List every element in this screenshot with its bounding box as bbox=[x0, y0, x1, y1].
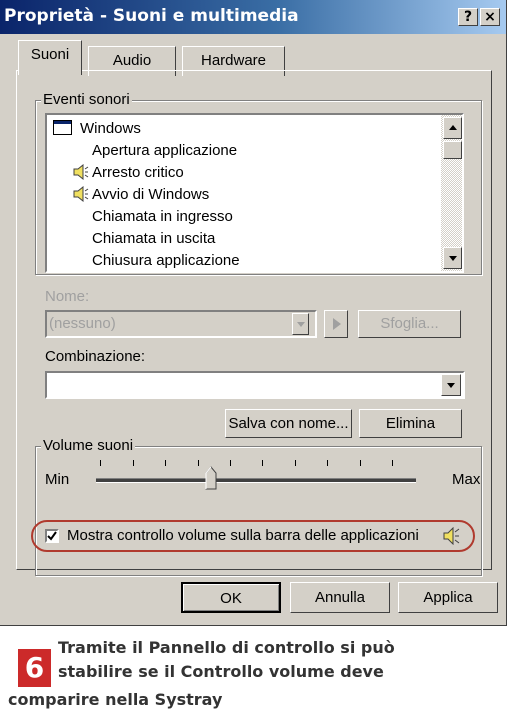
list-item[interactable]: Chiusura applicazione bbox=[92, 252, 240, 269]
check-icon bbox=[47, 531, 57, 541]
save-as-button[interactable]: Salva con nome... bbox=[225, 409, 352, 438]
name-value: (nessuno) bbox=[49, 315, 116, 332]
play-button[interactable] bbox=[324, 310, 348, 338]
list-item[interactable]: Arresto critico bbox=[92, 164, 184, 181]
list-item[interactable]: Apertura applicazione bbox=[92, 142, 237, 159]
properties-dialog: Proprietà - Suoni e multimedia ? × Suoni… bbox=[0, 0, 507, 626]
volume-min-label: Min bbox=[45, 471, 70, 488]
events-list[interactable]: Windows Apertura applicazione Arresto cr… bbox=[45, 113, 464, 273]
close-button[interactable]: × bbox=[480, 8, 500, 26]
list-item[interactable]: Avvio di Windows bbox=[92, 186, 209, 203]
volume-max-label: Max bbox=[452, 471, 481, 488]
window-icon bbox=[53, 120, 72, 135]
volume-group-label: Volume suoni bbox=[41, 437, 136, 454]
volume-checkbox[interactable] bbox=[45, 529, 59, 543]
speaker-icon bbox=[73, 164, 89, 180]
scrollbar-thumb[interactable] bbox=[443, 141, 462, 159]
list-item[interactable]: Chiamata in ingresso bbox=[92, 208, 233, 225]
apply-button[interactable]: Applica bbox=[398, 582, 498, 613]
browse-button[interactable]: Sfoglia... bbox=[358, 310, 461, 338]
caption-line-3: comparire nella Systray bbox=[8, 690, 223, 709]
scroll-down-button[interactable] bbox=[443, 247, 462, 269]
speaker-icon bbox=[443, 527, 460, 545]
cancel-button[interactable]: Annulla bbox=[290, 582, 390, 613]
play-icon bbox=[333, 318, 341, 330]
scroll-up-button[interactable] bbox=[443, 117, 462, 139]
caption-number-badge: 6 bbox=[18, 649, 51, 687]
title-bar[interactable]: Proprietà - Suoni e multimedia ? × bbox=[0, 0, 506, 34]
volume-slider[interactable] bbox=[92, 458, 422, 492]
scheme-combo[interactable] bbox=[45, 371, 465, 399]
delete-button[interactable]: Elimina bbox=[359, 409, 462, 438]
chevron-down-icon[interactable] bbox=[441, 374, 461, 396]
list-item[interactable]: Chiamata in uscita bbox=[92, 230, 215, 247]
chevron-down-icon[interactable] bbox=[292, 313, 309, 335]
slider-thumb[interactable] bbox=[205, 466, 217, 490]
ok-button[interactable]: OK bbox=[181, 582, 281, 613]
name-label: Nome: bbox=[45, 288, 90, 305]
caption-line-1: Tramite il Pannello di controllo si può bbox=[58, 638, 395, 657]
volume-checkbox-label[interactable]: Mostra controllo volume sulla barra dell… bbox=[67, 527, 419, 544]
scheme-label: Combinazione: bbox=[45, 348, 146, 365]
name-combo[interactable]: (nessuno) bbox=[45, 310, 317, 338]
tab-suoni[interactable]: Suoni bbox=[18, 40, 82, 75]
caption-line-2: stabilire se il Controllo volume deve bbox=[58, 662, 384, 681]
help-button[interactable]: ? bbox=[458, 8, 478, 26]
window-title: Proprietà - Suoni e multimedia bbox=[4, 6, 299, 26]
speaker-icon bbox=[73, 186, 89, 202]
slider-track bbox=[96, 478, 416, 483]
list-item[interactable]: Windows bbox=[80, 120, 141, 137]
events-group-label: Eventi sonori bbox=[41, 91, 132, 108]
